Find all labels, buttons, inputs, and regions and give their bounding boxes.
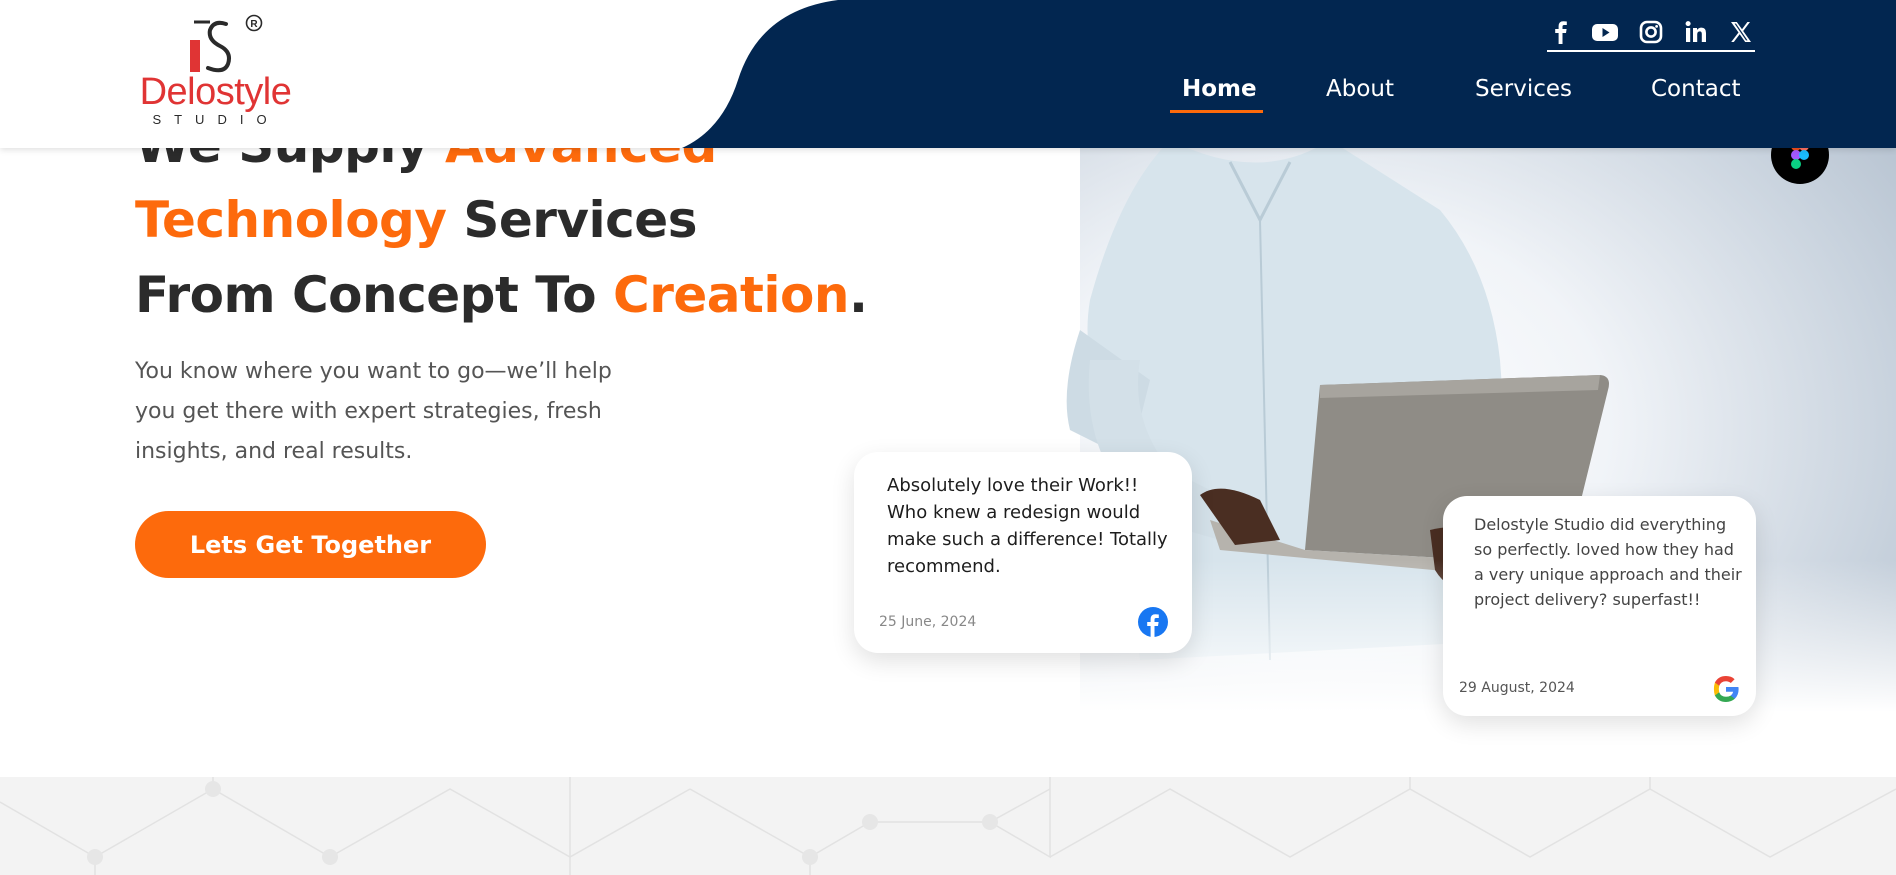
nav-item-services[interactable]: Services: [1475, 72, 1572, 106]
x-icon[interactable]: [1727, 18, 1755, 46]
svg-text:R: R: [250, 19, 258, 30]
main-nav: Home About Services Contact: [0, 72, 1896, 116]
hexagon-pattern: [0, 777, 1896, 875]
next-section-background: [0, 777, 1896, 875]
headline-text: Services: [446, 191, 697, 249]
social-links: [1547, 14, 1755, 52]
youtube-icon[interactable]: [1591, 18, 1619, 46]
instagram-icon[interactable]: [1637, 18, 1665, 46]
facebook-icon[interactable]: [1138, 607, 1168, 637]
nav-item-contact[interactable]: Contact: [1651, 72, 1740, 106]
nav-active-indicator: [1170, 110, 1263, 113]
linkedin-icon[interactable]: [1682, 18, 1710, 46]
headline-text: .: [849, 266, 868, 324]
review-date: 29 August, 2024: [1459, 680, 1575, 696]
review-text: Absolutely love their Work!! Who knew a …: [887, 475, 1168, 577]
lets-get-together-button[interactable]: Lets Get Together: [135, 511, 486, 578]
review-card: Absolutely love their Work!! Who knew a …: [854, 452, 1192, 653]
review-date: 25 June, 2024: [879, 614, 977, 630]
google-icon[interactable]: [1711, 674, 1741, 704]
headline-accent: Technology: [135, 191, 447, 249]
facebook-icon[interactable]: [1547, 18, 1575, 46]
site-header: DS R Delostyle STUDIO Home About Service…: [0, 0, 1896, 148]
headline-accent: Creation: [613, 266, 850, 324]
nav-item-about[interactable]: About: [1326, 72, 1394, 106]
review-card: Delostyle Studio did everything so perfe…: [1443, 496, 1756, 716]
hero-subtext: You know where you want to go—we’ll help…: [135, 359, 612, 464]
review-text: Delostyle Studio did everything so perfe…: [1474, 515, 1742, 609]
logo-mark: DS: [190, 20, 231, 73]
nav-item-home[interactable]: Home: [1182, 72, 1257, 106]
registered-icon: R: [245, 14, 263, 32]
headline-text: From Concept To: [135, 266, 613, 324]
